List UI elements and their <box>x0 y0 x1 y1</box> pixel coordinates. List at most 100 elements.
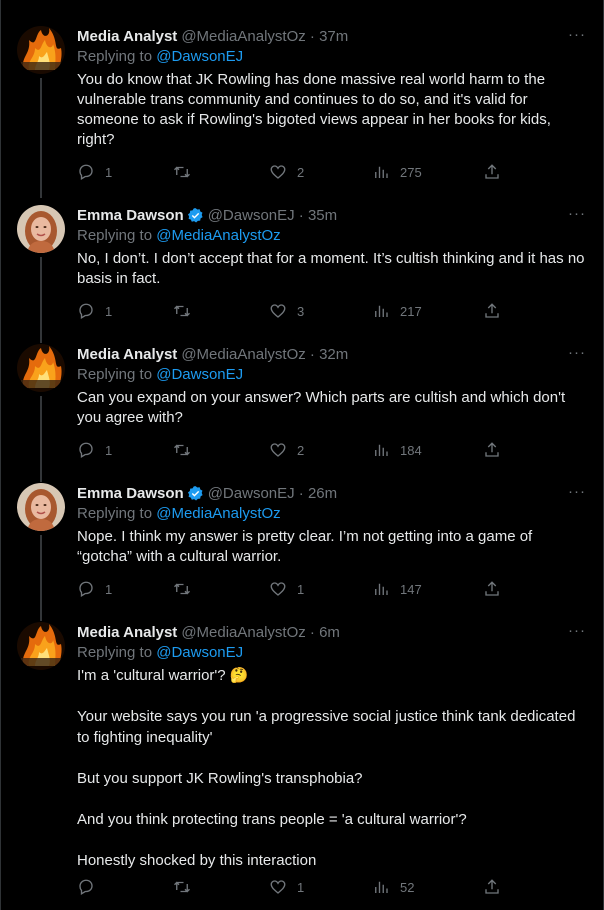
replying-to-link[interactable]: @DawsonEJ <box>156 366 243 383</box>
author-name[interactable]: Media Analyst <box>77 624 177 641</box>
share-icon <box>485 303 499 318</box>
reply-count: 1 <box>105 442 113 458</box>
tweet-text: Nope. I think my answer is pretty clear.… <box>77 528 533 565</box>
like-button[interactable]: 2 <box>269 163 304 181</box>
tweet[interactable]: Media Analyst @MediaAnalystOz · 6m ··· R… <box>0 622 604 907</box>
replying-to-link[interactable]: @MediaAnalystOz <box>156 227 280 244</box>
share-icon <box>485 164 499 179</box>
replying-to: Replying to @MediaAnalystOz <box>77 227 281 244</box>
share-button[interactable] <box>483 580 501 598</box>
replying-to-link[interactable]: @DawsonEJ <box>156 644 243 661</box>
author-handle-time[interactable]: @MediaAnalystOz · 37m <box>181 28 348 45</box>
reply-button[interactable] <box>77 878 105 896</box>
retweet-button[interactable] <box>173 163 201 181</box>
more-options-icon[interactable]: ··· <box>568 26 586 43</box>
tweet[interactable]: Media Analyst @MediaAnalystOz · 37m ··· … <box>0 26 604 198</box>
views-count: 184 <box>400 442 422 458</box>
reply-button[interactable]: 1 <box>77 580 112 598</box>
tweet[interactable]: Emma Dawson @DawsonEJ · 26m ··· Replying… <box>0 483 604 621</box>
views-chart-icon <box>375 583 388 595</box>
reply-icon <box>79 879 93 895</box>
share-button[interactable] <box>483 878 501 896</box>
heart-icon <box>270 443 286 457</box>
share-icon <box>485 581 499 596</box>
more-options-icon[interactable]: ··· <box>568 622 586 639</box>
reply-icon <box>79 581 93 597</box>
views-count: 147 <box>400 581 422 597</box>
avatar[interactable] <box>17 622 65 670</box>
tweet[interactable]: Emma Dawson @DawsonEJ · 35m ··· Replying… <box>0 205 604 343</box>
views-button[interactable]: 147 <box>372 580 422 598</box>
author-handle-time[interactable]: @MediaAnalystOz · 6m <box>181 624 340 641</box>
author-name[interactable]: Media Analyst <box>77 28 177 45</box>
share-icon <box>485 879 499 894</box>
share-button[interactable] <box>483 163 501 181</box>
heart-icon <box>270 304 286 318</box>
avatar[interactable] <box>17 344 65 392</box>
views-button[interactable]: 275 <box>372 163 422 181</box>
retweet-icon <box>174 444 190 456</box>
views-button[interactable]: 217 <box>372 302 422 320</box>
like-button[interactable]: 1 <box>269 580 304 598</box>
verified-badge-icon[interactable] <box>187 485 204 502</box>
more-options-icon[interactable]: ··· <box>568 483 586 500</box>
like-count: 1 <box>297 581 305 597</box>
reply-button[interactable]: 1 <box>77 441 112 459</box>
heart-icon <box>270 880 286 894</box>
author-handle-time[interactable]: @DawsonEJ · 35m <box>208 207 337 224</box>
like-button[interactable]: 3 <box>269 302 304 320</box>
retweet-icon <box>174 305 190 317</box>
retweet-button[interactable] <box>173 878 201 896</box>
retweet-button[interactable] <box>173 441 201 459</box>
reply-count: 1 <box>105 303 113 319</box>
more-options-icon[interactable]: ··· <box>568 344 586 361</box>
author-handle-time[interactable]: @MediaAnalystOz · 32m <box>181 346 348 363</box>
replying-to: Replying to @DawsonEJ <box>77 48 244 65</box>
replying-to: Replying to @MediaAnalystOz <box>77 505 281 522</box>
views-chart-icon <box>375 305 388 317</box>
views-count: 52 <box>400 879 415 895</box>
retweet-icon <box>174 881 190 893</box>
author-name[interactable]: Media Analyst <box>77 346 177 363</box>
verified-badge-icon[interactable] <box>187 207 204 224</box>
retweet-button[interactable] <box>173 302 201 320</box>
fire-avatar-icon <box>17 344 65 392</box>
reply-button[interactable]: 1 <box>77 302 112 320</box>
replying-to-link[interactable]: @DawsonEJ <box>156 48 243 65</box>
thread-connector <box>40 78 42 198</box>
avatar[interactable] <box>17 483 65 531</box>
share-button[interactable] <box>483 302 501 320</box>
retweet-icon <box>174 583 190 595</box>
reply-button[interactable]: 1 <box>77 163 112 181</box>
avatar[interactable] <box>17 26 65 74</box>
share-button[interactable] <box>483 441 501 459</box>
reply-icon <box>79 164 93 180</box>
like-button[interactable]: 1 <box>269 878 304 896</box>
tweet[interactable]: Media Analyst @MediaAnalystOz · 32m ··· … <box>0 344 604 482</box>
thread-connector <box>40 535 42 621</box>
like-button[interactable]: 2 <box>269 441 304 459</box>
heart-icon <box>270 582 286 596</box>
views-button[interactable]: 52 <box>372 878 414 896</box>
fire-avatar-icon <box>17 26 65 74</box>
replying-to-link[interactable]: @MediaAnalystOz <box>156 505 280 522</box>
views-count: 275 <box>400 164 422 180</box>
views-chart-icon <box>375 881 388 893</box>
avatar[interactable] <box>17 205 65 253</box>
like-count: 2 <box>297 442 305 458</box>
author-name[interactable]: Emma Dawson <box>77 485 184 502</box>
reply-count: 1 <box>105 164 113 180</box>
share-icon <box>485 442 499 457</box>
replying-to: Replying to @DawsonEJ <box>77 644 244 661</box>
tweet-text: No, I don’t. I don’t accept that for a m… <box>77 250 585 287</box>
like-count: 1 <box>297 879 305 895</box>
author-name[interactable]: Emma Dawson <box>77 207 184 224</box>
retweet-button[interactable] <box>173 580 201 598</box>
like-count: 3 <box>297 303 305 319</box>
like-count: 2 <box>297 164 305 180</box>
reply-count: 1 <box>105 581 113 597</box>
views-button[interactable]: 184 <box>372 441 422 459</box>
author-handle-time[interactable]: @DawsonEJ · 26m <box>208 485 337 502</box>
replying-to: Replying to @DawsonEJ <box>77 366 244 383</box>
more-options-icon[interactable]: ··· <box>568 205 586 222</box>
